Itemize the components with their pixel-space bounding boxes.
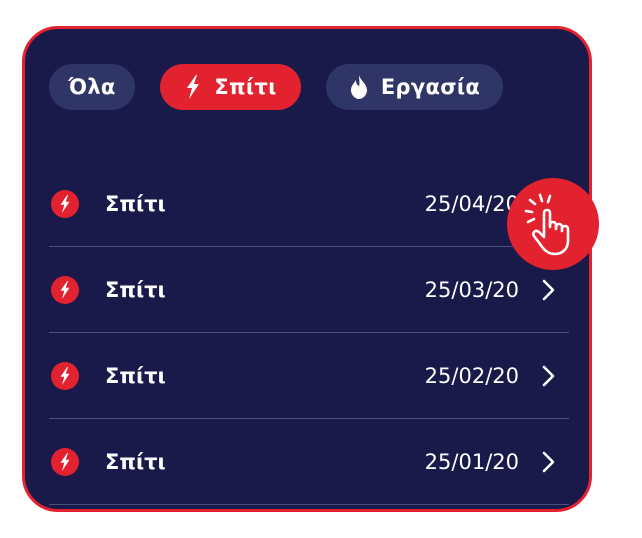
filter-tab-label: Εργασία	[380, 75, 481, 99]
flame-icon	[349, 75, 369, 99]
filter-tab-label: Όλα	[68, 75, 116, 99]
row-date: 25/03/20	[424, 277, 519, 302]
row-date: 25/01/20	[424, 449, 519, 474]
row-label: Σπίτι	[105, 363, 166, 388]
chevron-right-icon[interactable]	[539, 450, 559, 474]
filter-tab-home[interactable]: Σπίτι	[160, 64, 301, 110]
row-date: 25/04/20	[424, 191, 519, 216]
lightning-icon	[51, 447, 79, 476]
row-label: Σπίτι	[105, 191, 166, 216]
chevron-right-icon[interactable]	[539, 364, 559, 388]
history-row[interactable]: Σπίτι 25/04/20	[49, 161, 569, 247]
lightning-icon	[51, 189, 79, 218]
history-row[interactable]: Σπίτι 25/01/20	[49, 419, 569, 505]
history-panel: Όλα Σπίτι Εργασία Σπίτι 25/04/20 Σπίτι 2…	[22, 26, 592, 512]
lightning-icon	[51, 361, 79, 390]
chevron-right-icon[interactable]	[539, 278, 559, 302]
tap-hand-icon	[507, 178, 599, 270]
lightning-icon	[184, 75, 202, 99]
row-date: 25/02/20	[424, 363, 519, 388]
filter-tab-all[interactable]: Όλα	[49, 64, 135, 110]
filter-tab-label: Σπίτι	[214, 75, 277, 99]
lightning-icon	[51, 275, 79, 304]
row-label: Σπίτι	[105, 277, 166, 302]
row-label: Σπίτι	[105, 449, 166, 474]
history-row[interactable]: Σπίτι 25/03/20	[49, 247, 569, 333]
history-row[interactable]: Σπίτι 25/02/20	[49, 333, 569, 419]
filter-tab-work[interactable]: Εργασία	[326, 64, 503, 110]
